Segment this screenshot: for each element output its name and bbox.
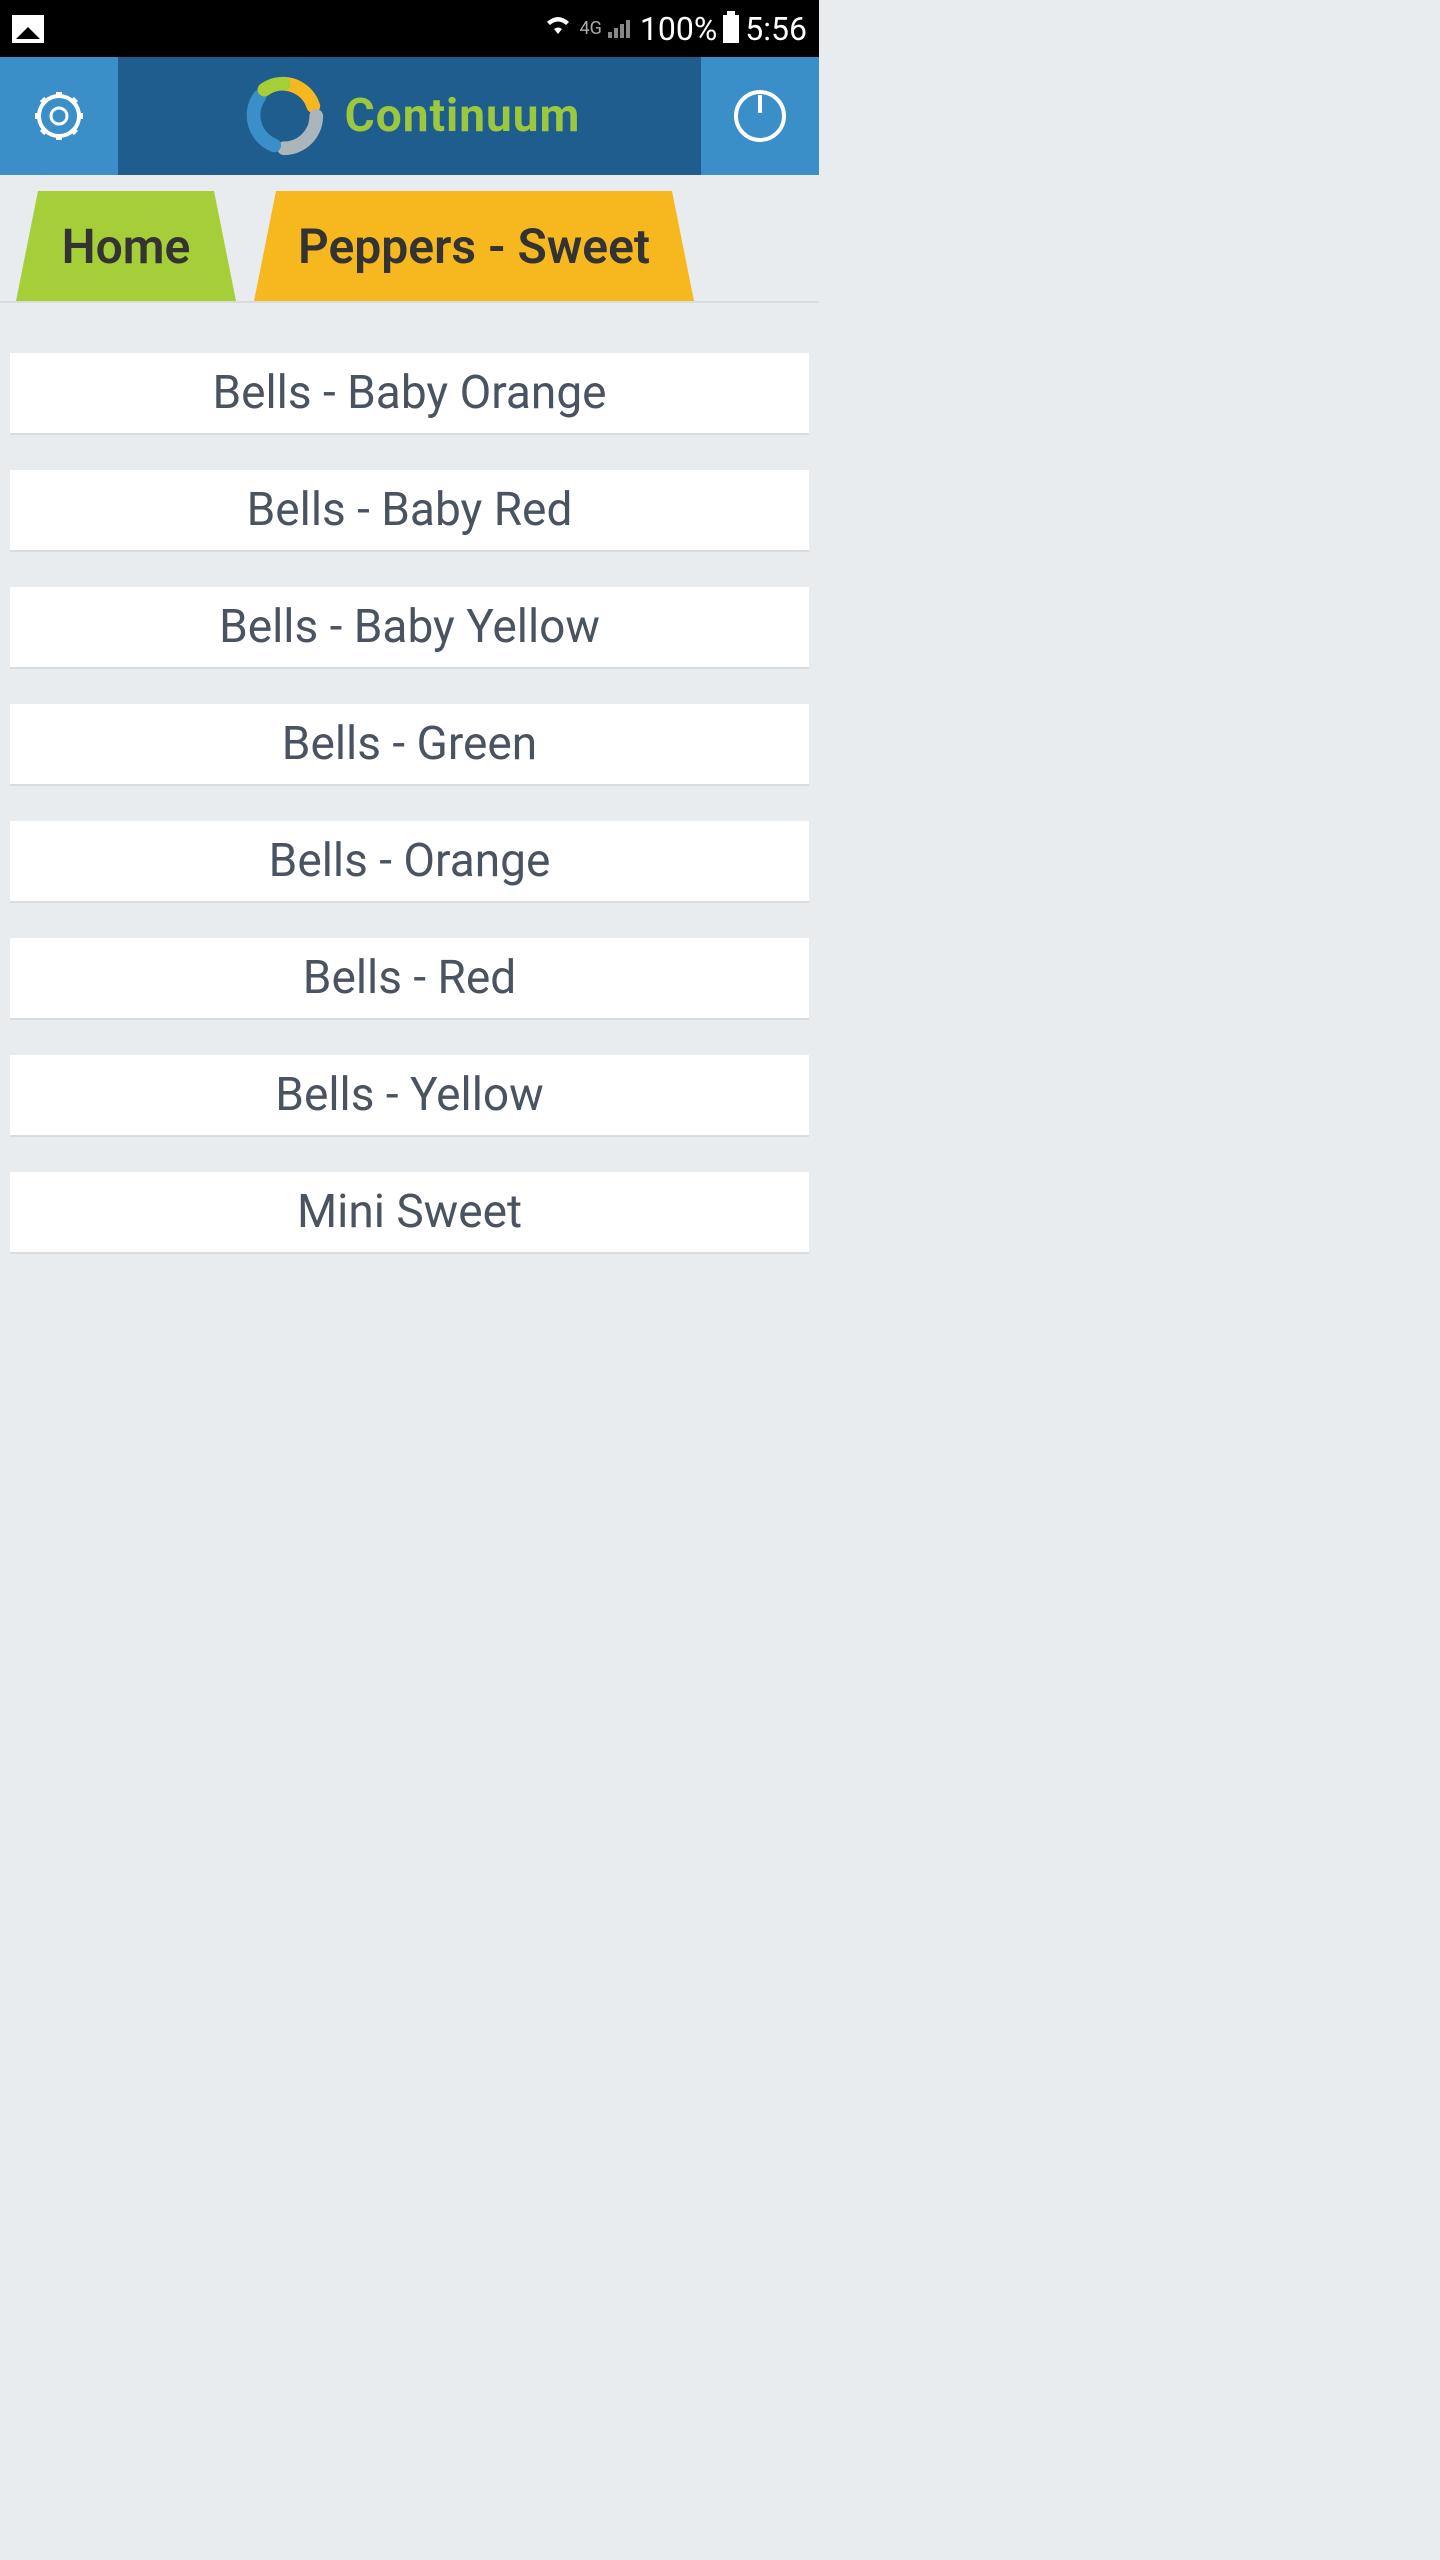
- gear-icon: [29, 86, 89, 146]
- time-display: 5:56: [745, 10, 807, 48]
- list-container: Bells - Baby Orange Bells - Baby Red Bel…: [0, 303, 819, 1254]
- network-label: 4G: [580, 18, 602, 39]
- status-left: [12, 15, 44, 43]
- app-logo-icon: [239, 72, 329, 160]
- list-item-label: Bells - Baby Orange: [212, 366, 606, 420]
- list-item-label: Bells - Orange: [269, 834, 551, 888]
- header-title-area: Continuum: [118, 57, 701, 175]
- power-icon: [733, 89, 787, 143]
- list-item-label: Bells - Green: [282, 717, 537, 771]
- tab-category-label: Peppers - Sweet: [298, 218, 650, 275]
- list-item-label: Mini Sweet: [297, 1185, 522, 1239]
- list-item[interactable]: Bells - Baby Red: [10, 470, 809, 552]
- list-item-label: Bells - Baby Yellow: [219, 600, 600, 654]
- tab-home[interactable]: Home: [16, 191, 236, 301]
- battery-percent: 100%: [640, 10, 717, 48]
- settings-button[interactable]: [0, 57, 118, 175]
- signal-icon: [608, 14, 634, 44]
- list-item[interactable]: Mini Sweet: [10, 1172, 809, 1254]
- status-right: 4G 100% 5:56: [542, 10, 807, 48]
- app-header: Continuum: [0, 57, 819, 175]
- power-button[interactable]: [701, 57, 819, 175]
- list-item[interactable]: Bells - Yellow: [10, 1055, 809, 1137]
- list-item[interactable]: Bells - Baby Yellow: [10, 587, 809, 669]
- status-bar: 4G 100% 5:56: [0, 0, 819, 57]
- tab-home-label: Home: [62, 218, 191, 275]
- tabs-bar: Home Peppers - Sweet: [0, 175, 819, 303]
- app-name: Continuum: [345, 89, 581, 143]
- picture-icon: [12, 15, 44, 43]
- list-item[interactable]: Bells - Green: [10, 704, 809, 786]
- list-item[interactable]: Bells - Baby Orange: [10, 353, 809, 435]
- list-item-label: Bells - Yellow: [275, 1068, 543, 1122]
- list-item-label: Bells - Baby Red: [247, 483, 573, 537]
- battery-icon: [723, 15, 739, 43]
- wifi-icon: [542, 12, 574, 45]
- list-item-label: Bells - Red: [303, 951, 516, 1005]
- list-item[interactable]: Bells - Red: [10, 938, 809, 1020]
- list-item[interactable]: Bells - Orange: [10, 821, 809, 903]
- tab-category[interactable]: Peppers - Sweet: [254, 191, 694, 301]
